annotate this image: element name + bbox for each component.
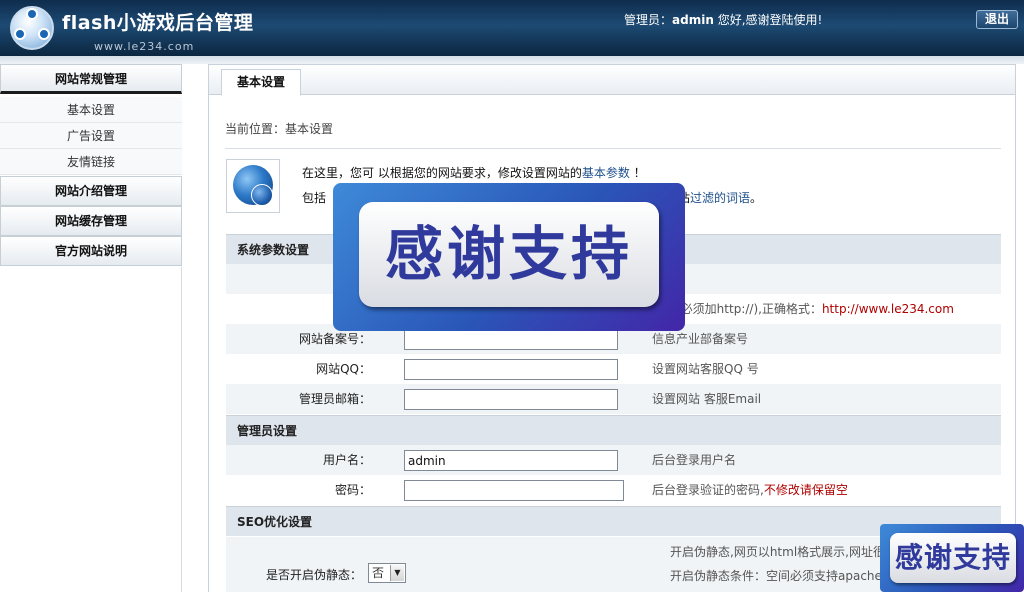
app-title: flash小游戏后台管理 [62, 12, 254, 34]
form-row-qq: 网站QQ： 设置网站客服QQ 号 [226, 354, 1001, 384]
divider [225, 148, 1001, 149]
tab-strip: 基本设置 [209, 65, 1015, 96]
sidebar-item-ad-settings[interactable]: 广告设置 [0, 123, 182, 149]
password-hint-warning: 不修改请保留空 [763, 483, 848, 497]
top-header: flash小游戏后台管理 www.le234.com 管理员：admin 您好,… [0, 0, 1024, 56]
sidebar: 网站常规管理 基本设置 广告设置 友情链接 网站介绍管理 网站缓存管理 官方网站… [0, 64, 182, 592]
password-hint: 后台登录验证的密码,不修改请保留空 [652, 475, 848, 505]
header-subbar [0, 56, 1024, 64]
sidebar-section-cache[interactable]: 网站缓存管理 [0, 206, 182, 236]
qq-input[interactable] [404, 359, 618, 380]
intro-line1-suffix: ！ [629, 166, 646, 180]
form-row-username: 用户名： 后台登录用户名 [226, 445, 1001, 475]
thanks-badge-large-text: 感谢支持 [359, 202, 659, 307]
pseudo-static-value: 否 [372, 566, 385, 580]
breadcrumb: 当前位置：基本设置 [225, 122, 334, 136]
sidebar-section-official[interactable]: 官方网站说明 [0, 236, 182, 266]
welcome-message: 管理员：admin 您好,感谢登陆使用! [624, 11, 822, 28]
sidebar-section-general[interactable]: 网站常规管理 [0, 64, 182, 94]
username-input[interactable] [404, 450, 618, 471]
admin-name: admin [672, 13, 714, 27]
welcome-suffix: 您好,感谢登陆使用! [713, 13, 823, 27]
intro-line2-suffix: 。 [750, 191, 763, 205]
thanks-badge-large: 感谢支持 [333, 183, 685, 331]
chevron-down-icon[interactable]: ▼ [390, 565, 404, 581]
password-input[interactable] [404, 480, 624, 501]
admin-email-input[interactable] [404, 389, 618, 410]
icp-input[interactable] [404, 329, 618, 350]
intro-filter-words-link[interactable]: 过滤的词语 [690, 191, 750, 205]
logout-button[interactable]: 退出 [976, 10, 1018, 29]
password-hint-text: 后台登录验证的密码, [652, 483, 764, 497]
thanks-badge-small-text: 感谢支持 [890, 533, 1016, 583]
pseudo-static-select[interactable]: 否 ▼ [368, 563, 406, 583]
pseudo-static-label: 是否开启伪静态： [266, 568, 363, 582]
sidebar-item-friend-links[interactable]: 友情链接 [0, 149, 182, 175]
tab-basic-settings[interactable]: 基本设置 [221, 69, 301, 96]
thanks-badge-small[interactable]: 感谢支持 [880, 524, 1024, 592]
form-row-password: 密码： 后台登录验证的密码,不修改请保留空 [226, 475, 1001, 505]
form-row-admin-email: 管理员邮箱： 设置网站 客服Email [226, 384, 1001, 414]
sidebar-section-intro[interactable]: 网站介绍管理 [0, 176, 182, 206]
pseudo-static-hint2: 开启伪静态条件：空间必须支持apache [670, 569, 882, 583]
admin-email-hint: 设置网站 客服Email [652, 392, 762, 406]
intro-basic-params-link[interactable]: 基本参数 [582, 166, 630, 180]
qq-hint: 设置网站客服QQ 号 [652, 362, 759, 376]
admin-email-label: 管理员邮箱： [298, 392, 371, 406]
globe-icon [226, 159, 280, 213]
site-url-hint: 网址(必须加http://),正确格式：http://www.le234.com [652, 294, 954, 324]
app-url: www.le234.com [94, 40, 195, 53]
qq-label: 网站QQ： [316, 362, 371, 376]
sidebar-item-basic-settings[interactable]: 基本设置 [0, 97, 182, 123]
section-admin-settings: 管理员设置 [226, 415, 1001, 445]
pseudo-static-hint1: 开启伪静态,网页以html格式展示,网址很 [670, 545, 885, 559]
username-hint: 后台登录用户名 [652, 453, 737, 467]
welcome-prefix: 管理员： [624, 13, 673, 27]
site-url-example: http://www.le234.com [821, 302, 954, 316]
intro-text-line1: 在这里，您可 以根据您的网站要求，修改设置网站的基本参数 ！ [302, 164, 646, 181]
password-label: 密码： [334, 483, 371, 497]
sidebar-filler [0, 267, 182, 592]
username-label: 用户名： [322, 453, 371, 467]
intro-line1-prefix: 在这里，您可 以根据您的网站要求，修改设置网站的 [302, 166, 582, 180]
logo-icon [10, 6, 58, 54]
intro-line2-prefix: 包括 [302, 191, 327, 205]
